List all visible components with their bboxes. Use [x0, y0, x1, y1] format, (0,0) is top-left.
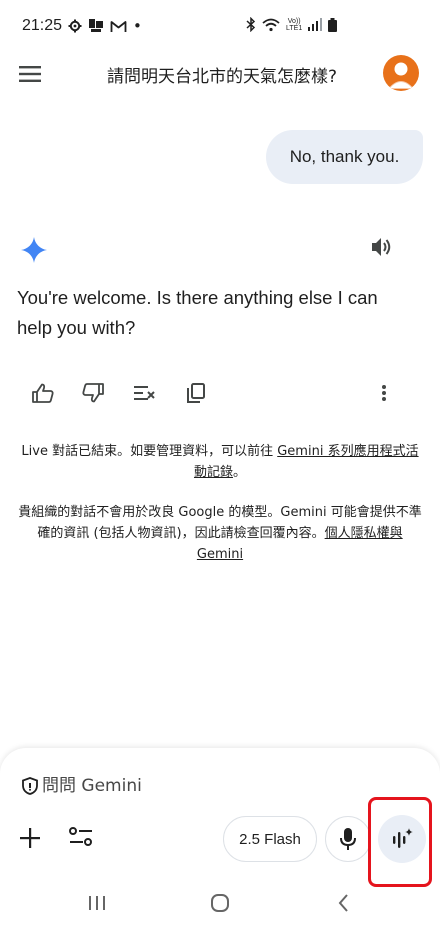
volte-top-label: Vo)): [287, 17, 301, 25]
copy-button[interactable]: [182, 379, 210, 407]
recent-apps-button[interactable]: [82, 892, 112, 914]
read-aloud-button[interactable]: [370, 236, 398, 262]
recent-apps-icon: [89, 896, 105, 910]
back-icon: [338, 894, 348, 912]
app-header: 請問明天台北市的天氣怎麼樣?: [0, 52, 440, 96]
modify-response-button[interactable]: [131, 379, 159, 407]
add-attachment-button[interactable]: [18, 826, 44, 852]
battery-icon: [328, 17, 338, 32]
more-options-button[interactable]: [370, 379, 398, 407]
microphone-button[interactable]: [325, 816, 371, 862]
status-left: 21:25 •: [22, 17, 142, 35]
menu-icon: [19, 66, 41, 82]
thumbs-down-icon: [82, 383, 104, 403]
gmail-icon: [110, 20, 127, 33]
settings-gear-icon: [68, 19, 82, 33]
account-icon: [388, 62, 414, 89]
more-vert-icon: [382, 385, 386, 401]
conversation-title[interactable]: 請問明天台北市的天氣怎麼樣?: [72, 62, 372, 87]
modify-response-icon: [134, 386, 155, 400]
model-selector-button[interactable]: 2.5 Flash: [223, 816, 317, 862]
microphone-icon: [340, 828, 356, 850]
prompt-input[interactable]: [42, 776, 242, 796]
user-message-text: No, thank you.: [289, 147, 400, 166]
home-button[interactable]: [205, 892, 235, 914]
tools-button[interactable]: [68, 826, 94, 852]
privacy-notice: 貴組織的對話不會用於改良 Google 的模型。Gemini 可能會提供不準確的…: [16, 502, 424, 565]
status-dot: •: [133, 17, 142, 35]
live-ended-notice: Live 對話已結束。如要管理資料，可以前往 Gemini 系列應用程式活動記錄…: [16, 441, 424, 483]
bluetooth-icon: [246, 17, 256, 32]
status-right: Vo)) LTE1: [246, 17, 338, 32]
live-notice-suffix: 。: [233, 465, 247, 480]
speaker-icon: [372, 238, 391, 256]
system-nav-bar: [0, 884, 440, 929]
back-button[interactable]: [328, 892, 358, 914]
model-label: 2.5 Flash: [239, 830, 301, 848]
plus-icon: [20, 828, 40, 848]
highlight-box: [368, 797, 432, 887]
shield-icon: [22, 777, 38, 795]
response-actions: [0, 379, 440, 407]
status-bar: 21:25 • Vo)) LTE1: [0, 0, 440, 52]
home-icon: [211, 894, 229, 912]
live-notice-text: Live 對話已結束。如要管理資料，可以前往: [21, 444, 278, 459]
signal-icon: [308, 18, 323, 31]
volte-icon: Vo)) LTE1: [286, 18, 302, 32]
volte-bottom-label: LTE1: [286, 24, 303, 32]
wifi-icon: [262, 18, 280, 32]
app-notification-icon: [88, 19, 104, 33]
tune-icon: [69, 827, 92, 846]
gemini-star-icon: [21, 237, 47, 263]
thumbs-up-button[interactable]: [29, 379, 57, 407]
thumbs-up-icon: [32, 383, 54, 403]
user-message-bubble: No, thank you.: [266, 130, 423, 184]
menu-button[interactable]: [16, 60, 44, 88]
status-time: 21:25: [22, 17, 63, 34]
avatar[interactable]: [383, 55, 419, 91]
response-text: You're welcome. Is there anything else I…: [17, 287, 378, 338]
prompt-row: [22, 776, 242, 796]
thumbs-down-button[interactable]: [79, 379, 107, 407]
copy-icon: [187, 383, 205, 403]
